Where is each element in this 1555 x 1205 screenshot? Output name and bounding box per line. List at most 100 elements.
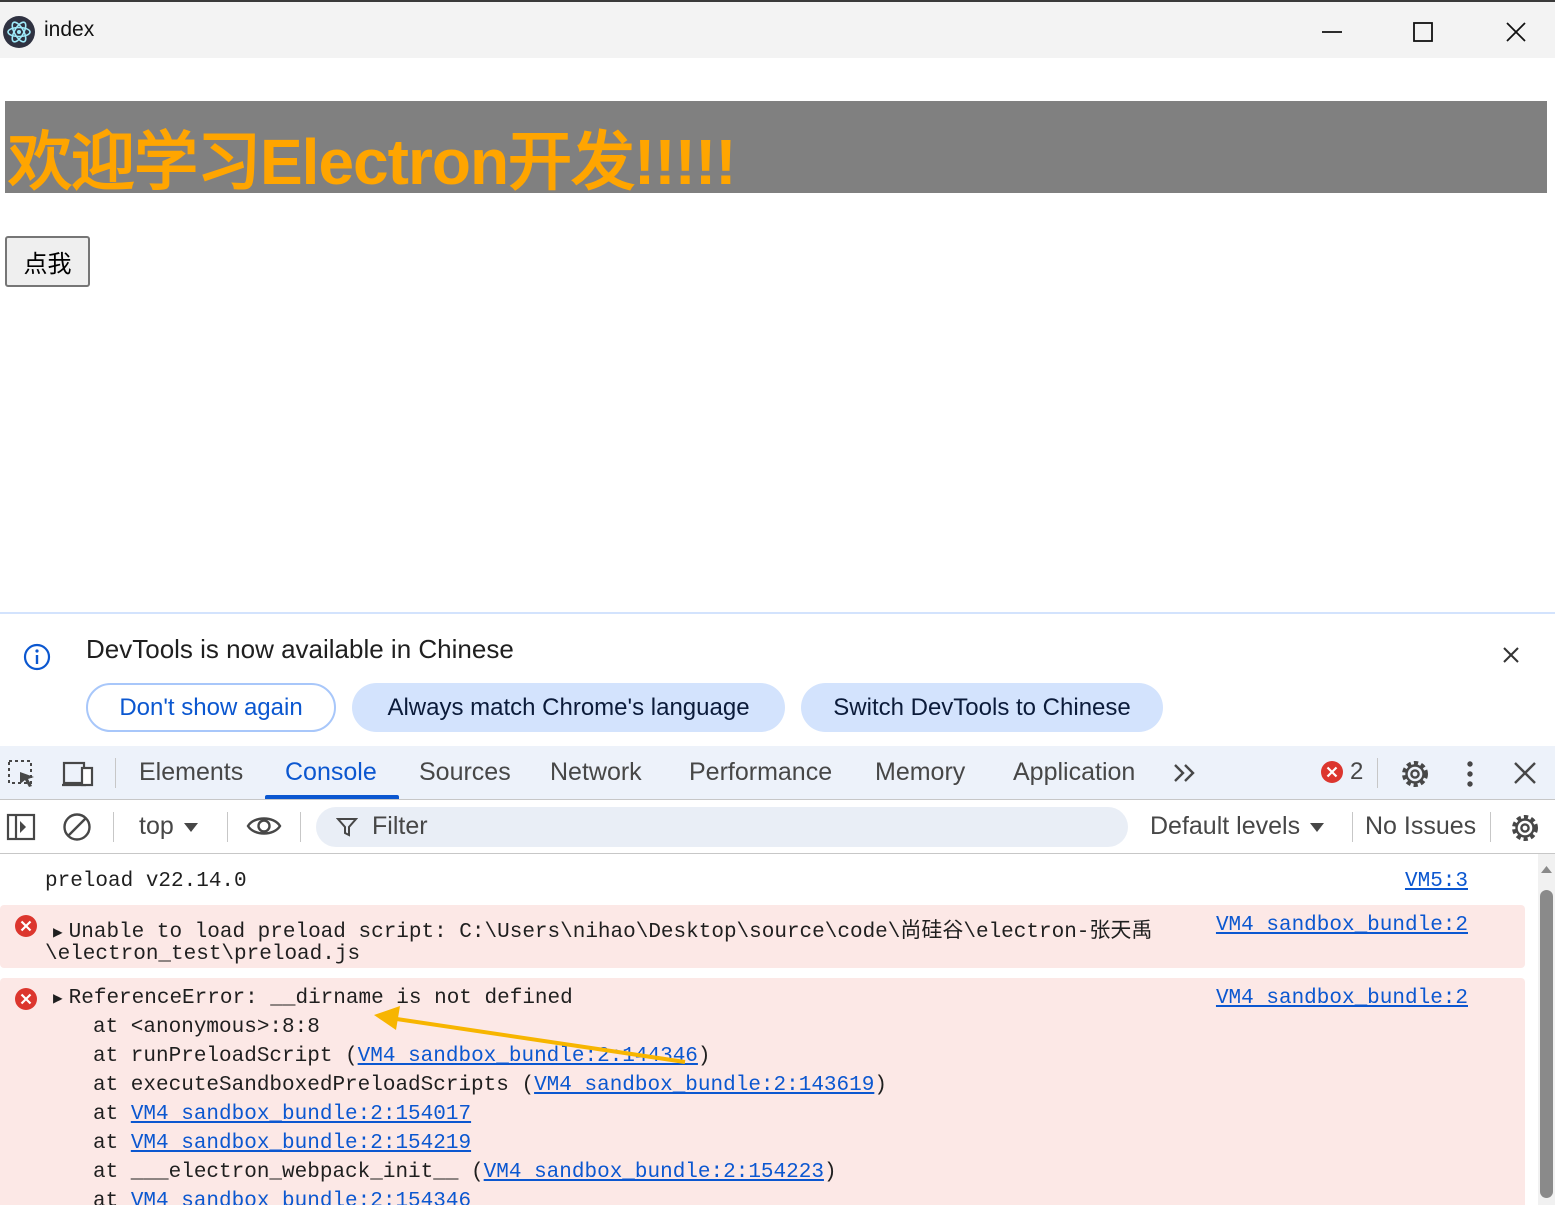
dropdown-arrow-icon — [1310, 822, 1325, 832]
dont-show-again-button[interactable]: Don't show again — [86, 683, 336, 732]
tab-sources[interactable]: Sources — [419, 758, 511, 787]
live-expression-eye-icon[interactable] — [246, 812, 282, 840]
error-source-link[interactable]: VM4 sandbox_bundle:2 — [1216, 914, 1468, 937]
tab-application[interactable]: Application — [1013, 758, 1135, 787]
window-title: index — [44, 18, 95, 41]
stack-frame-text: at — [93, 1103, 131, 1126]
tab-divider — [1377, 758, 1378, 788]
stack-frame-suffix: ) — [874, 1074, 887, 1097]
error-message-text: ReferenceError: __dirname is not defined — [68, 987, 573, 1010]
expand-triangle-icon[interactable]: ▶ — [53, 922, 63, 942]
error-message-continued: \electron_test\preload.js — [45, 943, 361, 966]
maximize-button[interactable] — [1403, 12, 1443, 52]
stack-frame-link[interactable]: VM4 sandbox_bundle:2:144346 — [358, 1045, 698, 1068]
settings-gear-icon[interactable] — [1399, 758, 1431, 790]
clear-console-icon[interactable] — [62, 812, 92, 842]
stack-frame-text: at executeSandboxedPreloadScripts ( — [93, 1074, 535, 1097]
more-options-icon[interactable] — [1458, 758, 1482, 790]
minimize-icon — [1322, 31, 1342, 33]
error-counter[interactable]: 2 — [1320, 758, 1363, 786]
stack-frame: at executeSandboxedPreloadScripts (VM4 s… — [93, 1074, 887, 1097]
electron-logo-icon — [3, 16, 35, 48]
error-source-link[interactable]: VM4 sandbox_bundle:2 — [1216, 987, 1468, 1010]
stack-frame-text: at — [93, 1132, 131, 1155]
context-label: top — [139, 812, 174, 840]
scrollbar-thumb[interactable] — [1540, 890, 1553, 1198]
console-toolbar: top Filter Default levels No Issues — [0, 800, 1555, 854]
error-icon — [15, 988, 37, 1010]
page-content: 欢迎学习Electron开发!!!!! 点我 — [0, 58, 1555, 612]
dropdown-arrow-icon — [183, 822, 198, 832]
console-error-row: ▶ ReferenceError: __dirname is not define… — [0, 978, 1525, 1205]
stack-frame: at VM4 sandbox_bundle:2:154017 — [93, 1103, 471, 1126]
stack-frame-link[interactable]: VM4 sandbox_bundle:2:154219 — [131, 1132, 471, 1155]
tab-console[interactable]: Console — [285, 758, 377, 787]
window-titlebar: index — [0, 0, 1555, 58]
infobar-close-icon[interactable] — [1498, 642, 1524, 668]
stack-frame: at ___electron_webpack_init__ (VM4 sandb… — [93, 1161, 837, 1184]
toolbar-divider — [227, 812, 228, 842]
filter-placeholder: Filter — [372, 812, 428, 840]
devtools-panel: DevTools is now available in Chinese Don… — [0, 612, 1555, 1205]
console-scrollbar[interactable] — [1538, 854, 1555, 1205]
toolbar-divider — [300, 812, 301, 842]
inspect-element-icon[interactable] — [6, 758, 38, 790]
toolbar-divider — [1352, 812, 1353, 842]
stack-frame-link[interactable]: VM4 sandbox_bundle:2:143619 — [534, 1074, 874, 1097]
stack-frame-suffix: ) — [823, 1161, 837, 1184]
page-heading: 欢迎学习Electron开发!!!!! — [8, 126, 737, 198]
stack-frame-suffix: ) — [697, 1045, 711, 1068]
toolbar-divider — [113, 812, 114, 842]
click-me-button[interactable]: 点我 — [5, 236, 90, 287]
infobar-message: DevTools is now available in Chinese — [86, 634, 514, 664]
heading-banner: 欢迎学习Electron开发!!!!! — [5, 101, 1547, 198]
tab-memory[interactable]: Memory — [875, 758, 965, 787]
stack-frame-text: at runPreloadScript ( — [93, 1045, 358, 1068]
console-settings-icon[interactable] — [1509, 812, 1541, 844]
console-log-source-link[interactable]: VM5:3 — [1405, 870, 1468, 893]
filter-funnel-icon — [336, 818, 358, 837]
console-output: preload v22.14.0 VM5:3 ▶ Unable to load p… — [0, 854, 1538, 1205]
close-button[interactable] — [1496, 12, 1536, 52]
switch-to-chinese-button[interactable]: Switch DevTools to Chinese — [801, 683, 1163, 732]
stack-frame: at VM4 sandbox_bundle:2:154219 — [93, 1132, 471, 1155]
log-levels-dropdown[interactable]: Default levels — [1150, 812, 1325, 841]
active-tab-indicator — [265, 795, 399, 799]
stack-frame: at runPreloadScript (VM4 sandbox_bundle:… — [93, 1045, 711, 1068]
context-selector[interactable]: top — [139, 812, 198, 841]
error-icon — [15, 915, 37, 937]
close-icon — [1506, 22, 1526, 42]
stack-frame-link[interactable]: VM4 sandbox_bundle:2:154223 — [484, 1161, 824, 1184]
stack-frame-text: at <anonymous>:8:8 — [93, 1016, 320, 1039]
error-count: 2 — [1350, 758, 1364, 785]
issues-button[interactable]: No Issues — [1365, 812, 1476, 841]
console-error-row: ▶ Unable to load preload script: C:\Users… — [0, 905, 1525, 968]
tab-elements[interactable]: Elements — [139, 758, 243, 787]
sidebar-toggle-icon[interactable] — [6, 812, 36, 842]
minimize-button[interactable] — [1312, 12, 1352, 52]
error-message[interactable]: ▶ ReferenceError: __dirname is not define… — [53, 987, 573, 1010]
console-log-text: preload v22.14.0 — [45, 870, 247, 893]
maximize-icon — [1413, 22, 1433, 42]
stack-frame-link[interactable]: VM4 sandbox_bundle:2:154017 — [131, 1103, 471, 1126]
error-message-text: Unable to load preload script: C:\Users\… — [68, 921, 1153, 944]
tab-performance[interactable]: Performance — [689, 758, 832, 787]
always-match-language-button[interactable]: Always match Chrome's language — [352, 683, 785, 732]
stack-frame: at <anonymous>:8:8 — [93, 1016, 320, 1039]
close-devtools-icon[interactable] — [1511, 758, 1539, 788]
devtools-tabbar: Elements Console Sources Network Perform… — [0, 746, 1555, 800]
info-icon — [23, 643, 51, 671]
filter-input[interactable]: Filter — [316, 807, 1128, 847]
language-infobar: DevTools is now available in Chinese Don… — [0, 614, 1555, 746]
error-icon — [1321, 761, 1343, 783]
stack-frame-text: at ___electron_webpack_init__ ( — [93, 1161, 484, 1184]
log-levels-label: Default levels — [1150, 812, 1301, 840]
expand-triangle-icon[interactable]: ▶ — [53, 988, 63, 1008]
tab-divider — [115, 758, 116, 788]
more-tabs-icon[interactable] — [1172, 758, 1200, 788]
device-toolbar-icon[interactable] — [60, 758, 96, 790]
toolbar-divider — [1490, 812, 1491, 842]
error-message[interactable]: ▶ Unable to load preload script: C:\Users… — [53, 914, 1152, 944]
tab-network[interactable]: Network — [550, 758, 642, 787]
scroll-up-icon[interactable] — [1540, 864, 1553, 874]
